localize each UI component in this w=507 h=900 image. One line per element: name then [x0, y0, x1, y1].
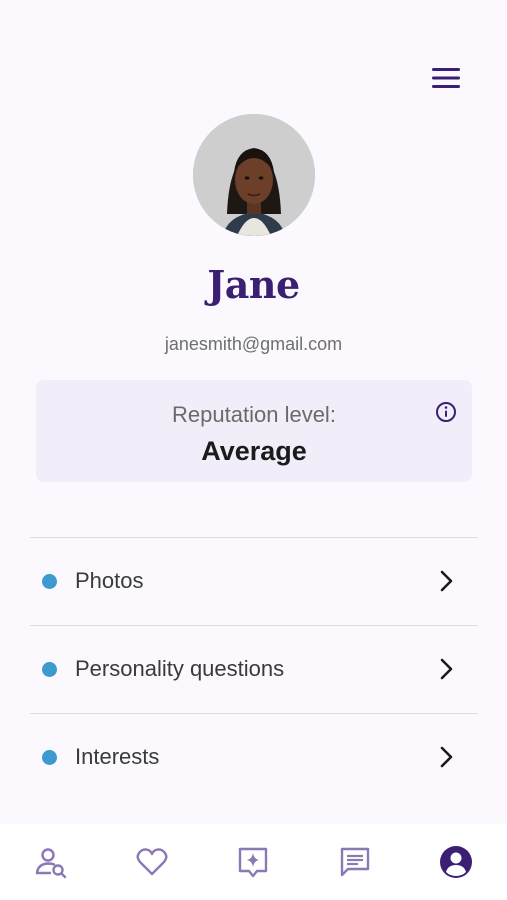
people-search-icon [35, 848, 66, 879]
section-row-personality-questions[interactable]: Personality questions [30, 625, 478, 713]
section-row-interests[interactable]: Interests [30, 713, 478, 801]
profile-email: janesmith@gmail.com [164, 334, 343, 354]
nav-profile[interactable] [432, 838, 480, 886]
sparkle-chat-icon [239, 847, 268, 878]
status-dot [42, 749, 57, 765]
nav-messages[interactable] [331, 838, 379, 886]
reputation-label: Reputation level: [172, 402, 336, 427]
hamburger-menu-icon [432, 68, 460, 88]
profile-icon [440, 846, 473, 878]
bottom-nav [0, 824, 507, 900]
nav-discover[interactable] [27, 838, 75, 886]
chevron-right-icon [440, 570, 453, 592]
heart-icon [136, 848, 168, 876]
message-icon [340, 847, 370, 877]
info-icon[interactable] [434, 400, 458, 424]
chevron-right-icon [440, 658, 453, 680]
chevron-right-icon [440, 746, 453, 768]
reputation-value: Average [201, 436, 307, 466]
profile-name: Jane [207, 262, 300, 307]
section-row-photos[interactable]: Photos [30, 537, 478, 625]
section-label: Interests [75, 744, 160, 769]
status-dot [42, 661, 57, 677]
profile-photo [193, 114, 315, 236]
section-label: Photos [75, 568, 144, 593]
nav-sparkle[interactable] [229, 838, 277, 886]
avatar[interactable] [193, 114, 315, 236]
status-dot [42, 573, 57, 589]
section-label: Personality questions [75, 656, 285, 681]
reputation-card: Reputation level: Average [36, 380, 472, 482]
nav-likes[interactable] [128, 838, 176, 886]
menu-button[interactable] [428, 64, 464, 92]
